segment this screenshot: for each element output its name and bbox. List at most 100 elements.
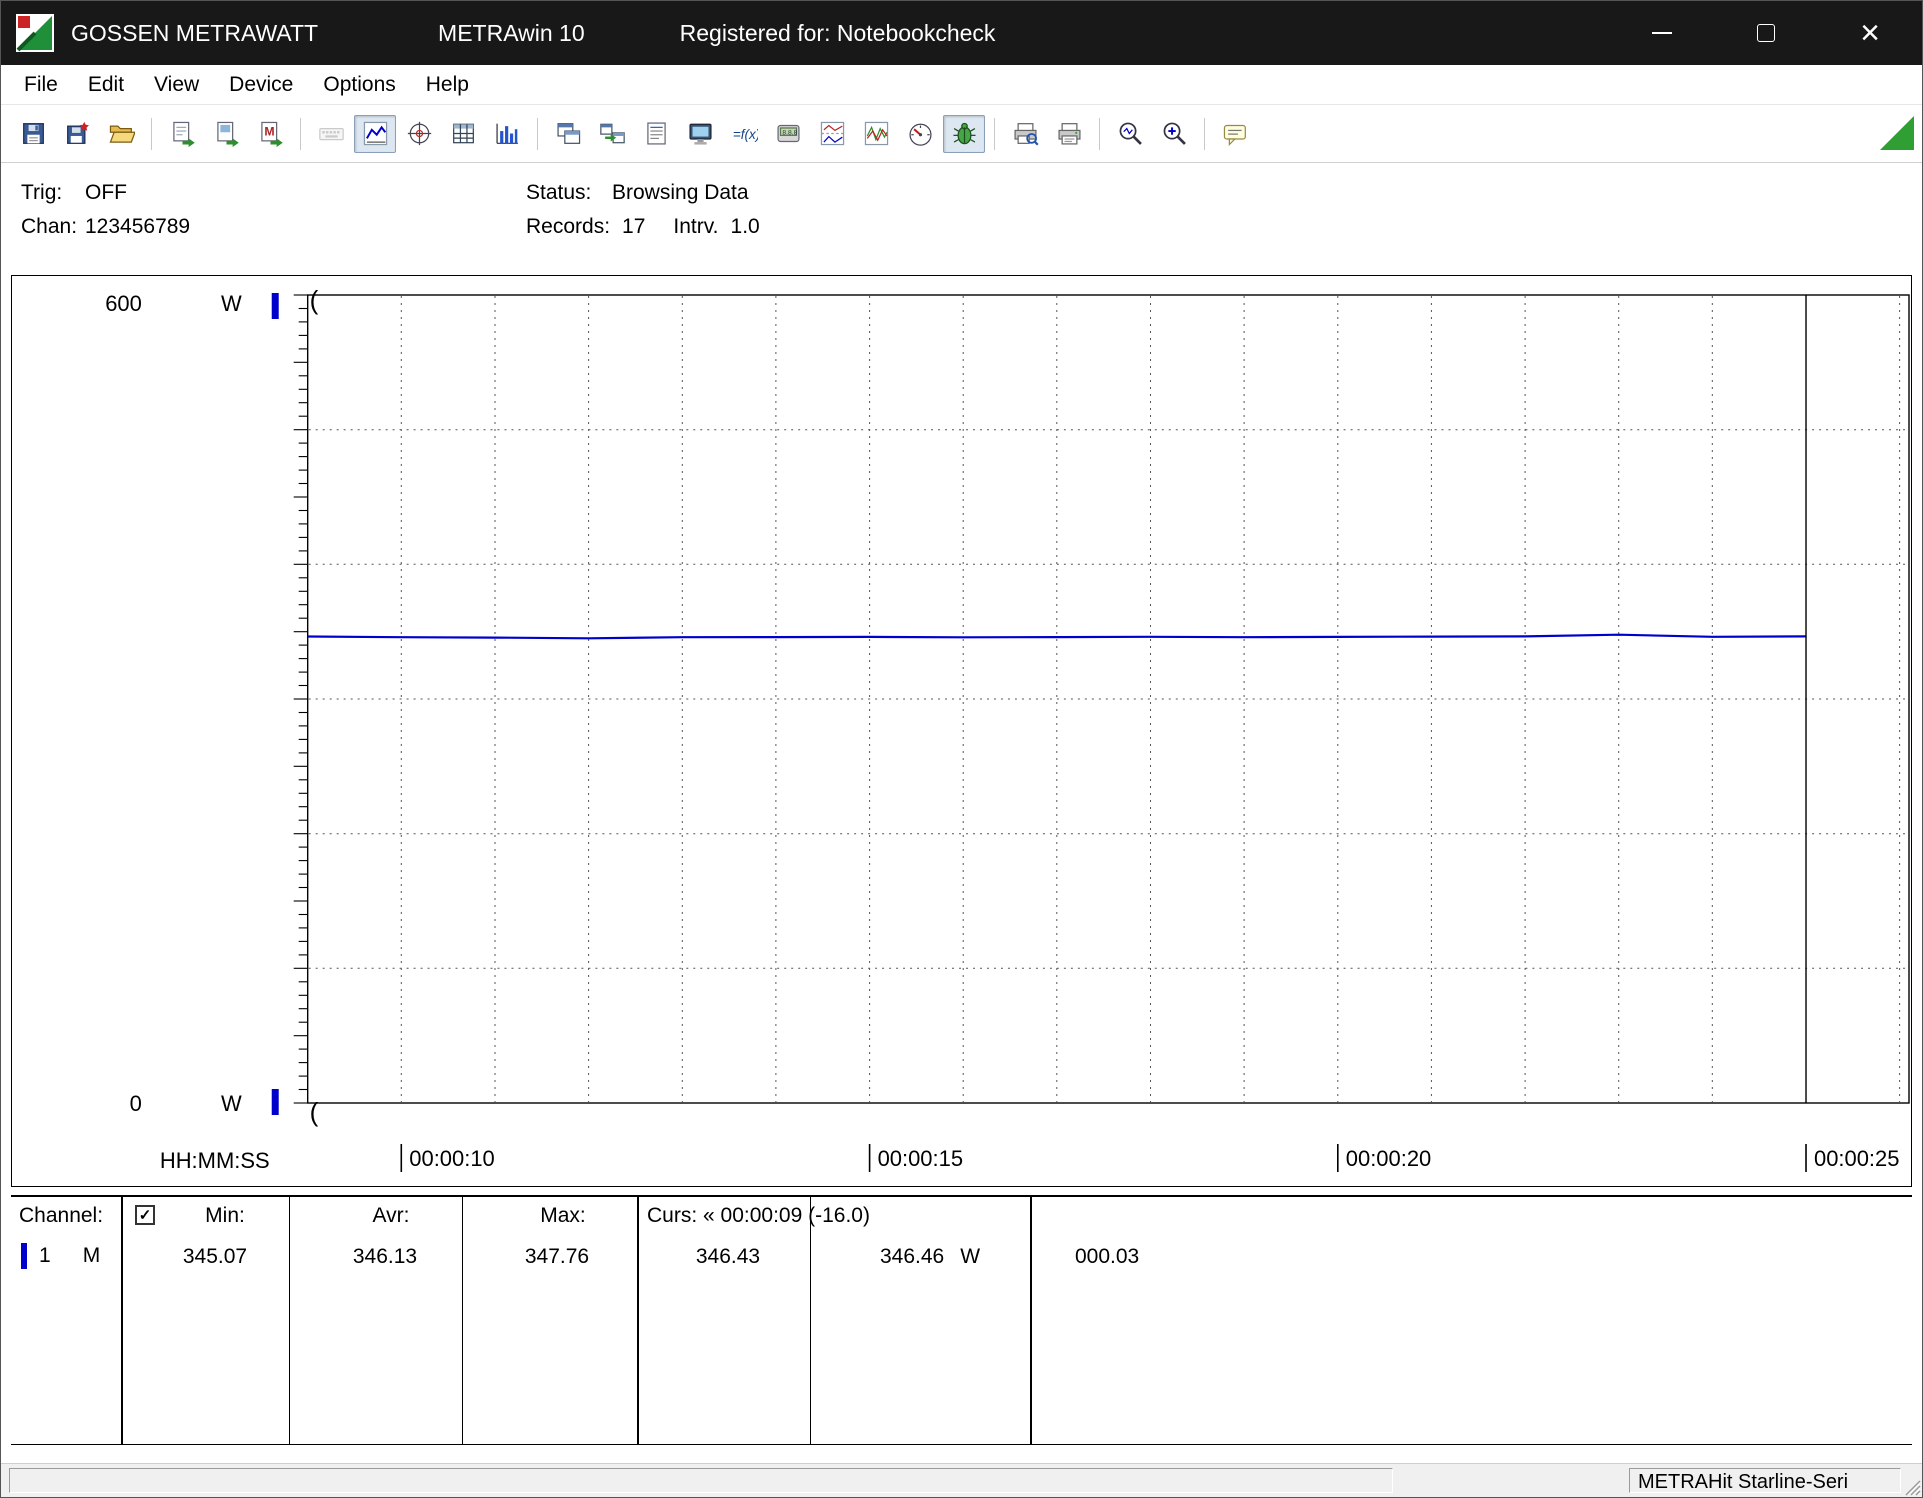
svg-text:W: W: [221, 1091, 242, 1116]
menu-help[interactable]: Help: [411, 65, 484, 104]
toolbar: M =f(x) 8.8.8: [1, 105, 1922, 163]
export-report-icon[interactable]: [161, 115, 203, 153]
histogram-view-icon[interactable]: [486, 115, 528, 153]
channel-mode: M: [83, 1244, 101, 1268]
status-info: Trig: OFF Chan: 123456789 Status: Browsi…: [1, 163, 1922, 247]
maximize-button[interactable]: [1714, 1, 1818, 65]
svg-text:HH:MM:SS: HH:MM:SS: [160, 1148, 270, 1173]
window-controls: ×: [1610, 1, 1922, 65]
app-title: METRAwin 10: [438, 20, 585, 47]
cursor2-unit: W: [960, 1245, 980, 1269]
menu-view[interactable]: View: [139, 65, 214, 104]
toolbar-separator: [537, 118, 538, 150]
svg-text:00:00:20: 00:00:20: [1346, 1146, 1431, 1171]
window-new-icon[interactable]: [547, 115, 589, 153]
save-as-icon[interactable]: [56, 115, 98, 153]
status-value: Browsing Data: [612, 181, 749, 205]
export-image-icon[interactable]: [205, 115, 247, 153]
table-divider: [810, 1197, 811, 1444]
min-column-header: Min:: [205, 1204, 245, 1228]
svg-text:0: 0: [130, 1091, 142, 1116]
split-curves-icon[interactable]: [811, 115, 853, 153]
connected-device-label: METRAHit Starline-Seri: [1638, 1471, 1848, 1493]
metrawin-window: GOSSEN METRAWATT METRAwin 10 Registered …: [0, 0, 1923, 1498]
protocol-list-icon[interactable]: [635, 115, 677, 153]
monitor-view-icon[interactable]: [679, 115, 721, 153]
cursor-readout-header: Curs: « 00:00:09 (-16.0): [647, 1204, 870, 1228]
table-divider: [462, 1197, 463, 1444]
minimize-button[interactable]: [1610, 1, 1714, 65]
svg-text:600: 600: [105, 291, 142, 316]
menu-file[interactable]: File: [9, 65, 73, 104]
toolbar-separator: [994, 118, 995, 150]
channel-visible-checkbox[interactable]: ✓: [135, 1205, 155, 1225]
chart-area: ((600W0WHH:MM:SS00:00:1000:00:1500:00:20…: [11, 275, 1912, 1187]
table-divider: [289, 1197, 290, 1444]
measurement-table: Channel: ✓ Min: Avr: Max: Curs: « 00:00:…: [11, 1195, 1912, 1445]
status-label: Status:: [526, 181, 612, 205]
toolbar-separator: [300, 118, 301, 150]
zoom-out-icon[interactable]: [1109, 115, 1151, 153]
device-display-icon[interactable]: 8.8.8: [767, 115, 809, 153]
records-label: Records:: [526, 215, 610, 239]
registered-for-label: Registered for: Notebookcheck: [680, 20, 996, 47]
chan-label: Chan:: [21, 215, 85, 239]
max-column-header: Max:: [540, 1204, 586, 1228]
channel-number: 1: [39, 1244, 51, 1268]
table-divider: [1030, 1197, 1032, 1444]
table-divider: [121, 1197, 123, 1444]
resize-grip[interactable]: [1899, 1474, 1921, 1496]
close-icon: ×: [1860, 16, 1880, 50]
keyboard-icon: [310, 115, 352, 153]
window-transfer-icon[interactable]: [591, 115, 633, 153]
close-button[interactable]: ×: [1818, 1, 1922, 65]
menu-options[interactable]: Options: [308, 65, 410, 104]
title-bar: GOSSEN METRAWATT METRAwin 10 Registered …: [1, 1, 1922, 65]
zoom-in-icon[interactable]: [1153, 115, 1195, 153]
formula-icon[interactable]: =f(x): [723, 115, 765, 153]
intrv-value: 1.0: [731, 215, 760, 239]
scope-view-icon[interactable]: [398, 115, 440, 153]
export-data-icon[interactable]: M: [249, 115, 291, 153]
menu-device[interactable]: Device: [214, 65, 308, 104]
channel-color-marker: [21, 1243, 27, 1269]
statusbar-device-panel: METRAHit Starline-Seri: [1629, 1468, 1901, 1493]
power-trend-chart[interactable]: ((600W0WHH:MM:SS00:00:1000:00:1500:00:20…: [12, 276, 1911, 1186]
svg-text:W: W: [221, 291, 242, 316]
content-area: ((600W0WHH:MM:SS00:00:1000:00:1500:00:20…: [1, 247, 1922, 1463]
hint-icon[interactable]: [1214, 115, 1256, 153]
chan-value: 123456789: [85, 215, 190, 239]
avr-column-header: Avr:: [373, 1204, 410, 1228]
statusbar-message-panel: [9, 1468, 1393, 1493]
open-icon[interactable]: [100, 115, 142, 153]
channel-row[interactable]: 1 M: [21, 1243, 100, 1269]
cursor2-value-group: 346.46 W: [880, 1245, 980, 1269]
svg-text:(: (: [310, 1097, 319, 1127]
maximize-icon: [1757, 24, 1775, 42]
cursor2-value: 346.46: [880, 1245, 944, 1269]
table-view-icon[interactable]: [442, 115, 484, 153]
brand-title: GOSSEN METRAWATT: [71, 20, 318, 47]
min-value: 345.07: [183, 1245, 247, 1269]
channel-column-header: Channel:: [19, 1204, 103, 1228]
svg-text:=f(x): =f(x): [732, 127, 757, 142]
table-divider: [637, 1197, 639, 1444]
trig-label: Trig:: [21, 181, 85, 205]
save-icon[interactable]: [12, 115, 54, 153]
trig-value: OFF: [85, 181, 127, 205]
debug-icon[interactable]: [943, 115, 985, 153]
toolbar-separator: [1204, 118, 1205, 150]
print-icon[interactable]: [1048, 115, 1090, 153]
trend-view-icon[interactable]: [354, 115, 396, 153]
cursor1-value: 346.43: [696, 1245, 760, 1269]
status-bar: METRAHit Starline-Seri: [1, 1463, 1922, 1497]
menu-edit[interactable]: Edit: [73, 65, 139, 104]
overlay-curves-icon[interactable]: [855, 115, 897, 153]
resize-corner-icon: [1880, 116, 1914, 150]
cursor-delta-value: 000.03: [1075, 1245, 1139, 1269]
print-preview-icon[interactable]: [1004, 115, 1046, 153]
svg-text:00:00:10: 00:00:10: [409, 1146, 494, 1171]
gauge-view-icon[interactable]: [899, 115, 941, 153]
menu-bar: File Edit View Device Options Help: [1, 65, 1922, 105]
max-value: 347.76: [525, 1245, 589, 1269]
